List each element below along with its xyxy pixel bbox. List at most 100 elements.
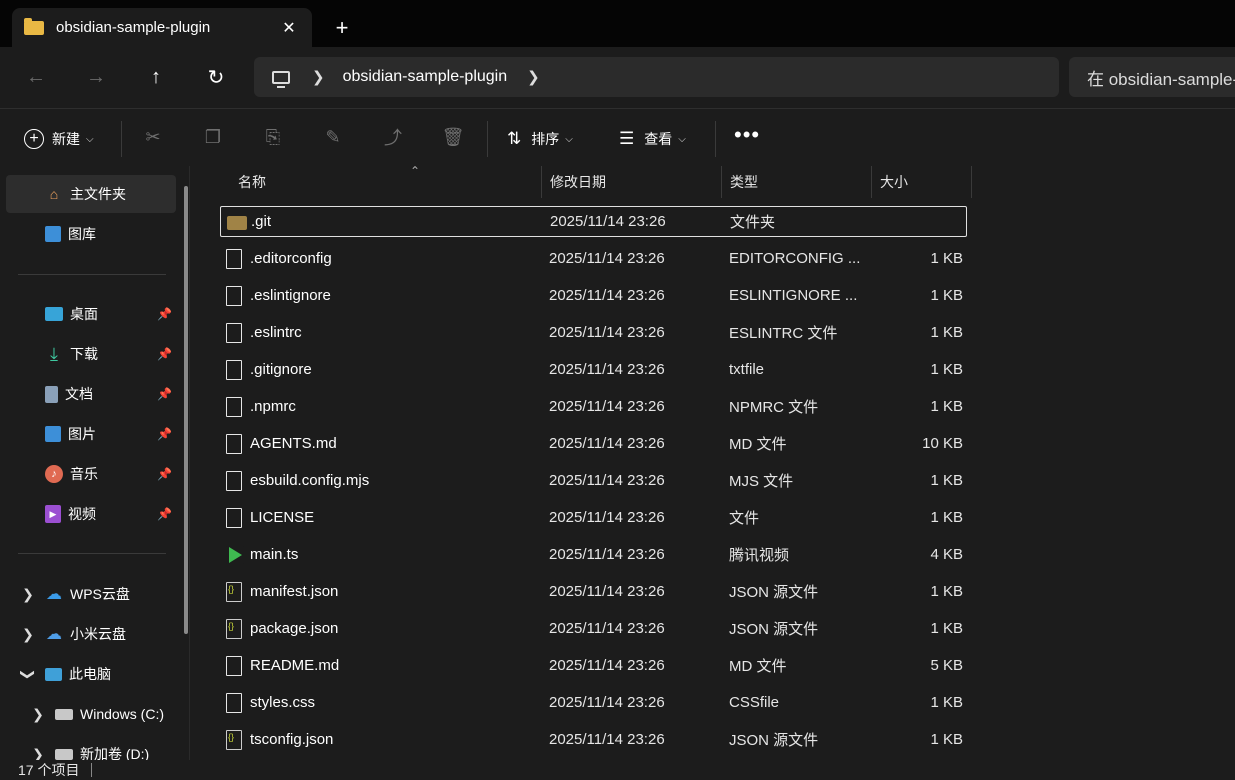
view-button[interactable]: ☰ 查看 ⌵ xyxy=(619,121,686,157)
chevron-down-icon[interactable]: ❯ xyxy=(20,664,37,684)
sort-button[interactable]: ⇅ 排序 ⌵ xyxy=(507,121,573,157)
file-size: 1 KB xyxy=(930,324,963,341)
file-row[interactable]: package.json 2025/11/14 23:26 JSON 源文件 1 KB xyxy=(220,613,967,644)
pin-icon[interactable]: 📌 xyxy=(157,427,172,441)
file-size: 4 KB xyxy=(930,546,963,563)
tab-obsidian-sample-plugin[interactable]: obsidian-sample-plugin ✕ xyxy=(12,8,312,47)
chevron-right-icon[interactable]: ❯ xyxy=(28,706,48,723)
file-modified-date: 2025/11/14 23:26 xyxy=(549,287,665,304)
file-name: main.ts xyxy=(250,546,299,563)
pin-icon[interactable]: 📌 xyxy=(157,467,172,481)
sidebar-item-downloads[interactable]: ⤓ 下载 📌 xyxy=(6,335,176,373)
back-button[interactable]: ← xyxy=(20,61,52,93)
sidebar-item-videos[interactable]: ▶ 视频 📌 xyxy=(6,495,176,533)
file-icon xyxy=(226,359,242,380)
file-row[interactable]: tsconfig.json 2025/11/14 23:26 JSON 源文件 1 K… xyxy=(220,724,967,755)
sidebar-item-home[interactable]: ⌂ 主文件夹 xyxy=(6,175,176,213)
file-row[interactable]: manifest.json 2025/11/14 23:26 JSON 源文件 1 K… xyxy=(220,576,967,607)
file-row[interactable]: esbuild.config.mjs 2025/11/14 23:26 MJS 文件… xyxy=(220,465,967,496)
new-button[interactable]: + 新建 ⌵ xyxy=(24,121,94,157)
pin-icon[interactable]: 📌 xyxy=(157,347,172,361)
music-icon: ♪ xyxy=(45,465,63,483)
refresh-button[interactable]: ↻ xyxy=(200,61,232,93)
sidebar-item-pictures[interactable]: 图片 📌 xyxy=(6,415,176,453)
sidebar-item-documents[interactable]: 文档 📌 xyxy=(6,375,176,413)
chevron-right-icon[interactable]: ❯ xyxy=(312,68,325,86)
file-modified-date: 2025/11/14 23:26 xyxy=(549,657,665,674)
file-row[interactable]: styles.css 2025/11/14 23:26 CSSfile 1 KB xyxy=(220,687,967,718)
pin-icon[interactable]: 📌 xyxy=(157,307,172,321)
file-modified-date: 2025/11/14 23:26 xyxy=(549,694,665,711)
drive-icon xyxy=(55,748,73,760)
sidebar-item-this-pc[interactable]: ❯ 此电脑 xyxy=(6,655,176,693)
new-tab-button[interactable]: + xyxy=(326,14,358,42)
file-row[interactable]: .npmrc 2025/11/14 23:26 NPMRC 文件 1 KB xyxy=(220,391,967,422)
file-list: ⌃ 名称 修改日期 类型 大小 .git 2025/11/14 23:26 文件夹.… xyxy=(200,164,1235,760)
chevron-right-icon[interactable]: ❯ xyxy=(527,68,540,86)
file-row[interactable]: .editorconfig 2025/11/14 23:26 EDITORCONFI… xyxy=(220,243,967,274)
column-header-name[interactable]: ⌃ 名称 xyxy=(230,164,542,198)
sidebar-item-label: Windows (C:) xyxy=(80,706,165,722)
copy-icon[interactable]: ❐ xyxy=(201,125,225,149)
sidebar-item-label: 桌面 xyxy=(70,306,98,322)
file-row[interactable]: .eslintrc 2025/11/14 23:26 ESLINTRC 文件 1 KB xyxy=(220,317,967,348)
forward-button[interactable]: → xyxy=(80,61,112,93)
file-row[interactable]: .eslintignore 2025/11/14 23:26 ESLINTIGNOR… xyxy=(220,280,967,311)
cut-icon[interactable]: ✂ xyxy=(141,125,165,149)
file-icon xyxy=(226,692,242,713)
sort-ascending-icon: ⌃ xyxy=(410,164,421,178)
column-header-type[interactable]: 类型 xyxy=(722,166,872,198)
item-count: 17 个项目 xyxy=(18,762,80,778)
sort-icon: ⇅ xyxy=(507,129,522,148)
breadcrumb[interactable]: obsidian-sample-plugin xyxy=(343,68,508,86)
file-row[interactable]: .git 2025/11/14 23:26 文件夹 xyxy=(220,206,967,237)
pin-icon[interactable]: 📌 xyxy=(157,507,172,521)
file-modified-date: 2025/11/14 23:26 xyxy=(549,583,665,600)
close-tab-button[interactable]: ✕ xyxy=(274,13,304,43)
sidebar-item-label: 文档 xyxy=(65,386,93,402)
more-options-button[interactable]: ••• xyxy=(734,122,760,148)
file-modified-date: 2025/11/14 23:26 xyxy=(549,731,665,748)
file-row[interactable]: LICENSE 2025/11/14 23:26 文件 1 KB xyxy=(220,502,967,533)
file-modified-date: 2025/11/14 23:26 xyxy=(549,546,665,563)
file-type: ESLINTIGNORE ... xyxy=(729,287,858,304)
sidebar-item-music[interactable]: ♪ 音乐 📌 xyxy=(6,455,176,493)
file-row[interactable]: AGENTS.md 2025/11/14 23:26 MD 文件 10 KB xyxy=(220,428,967,459)
file-size: 10 KB xyxy=(922,435,963,452)
chevron-right-icon[interactable]: ❯ xyxy=(18,586,38,603)
file-row[interactable]: .gitignore 2025/11/14 23:26 txtfile 1 KB xyxy=(220,354,967,385)
folder-icon xyxy=(24,17,44,35)
up-button[interactable]: ↑ xyxy=(140,61,172,93)
file-modified-date: 2025/11/14 23:26 xyxy=(549,398,665,415)
this-pc-icon xyxy=(272,70,290,88)
drive-icon xyxy=(55,708,73,720)
file-modified-date: 2025/11/14 23:26 xyxy=(549,361,665,378)
chevron-down-icon: ⌵ xyxy=(678,133,686,145)
column-header-date[interactable]: 修改日期 xyxy=(542,166,722,198)
file-row[interactable]: main.ts 2025/11/14 23:26 腾讯视频 4 KB xyxy=(220,539,967,570)
desktop-icon xyxy=(45,307,63,321)
file-icon xyxy=(226,396,242,417)
column-header-label: 修改日期 xyxy=(550,174,606,190)
address-bar[interactable]: ❯ obsidian-sample-plugin ❯ xyxy=(254,57,1059,97)
file-row[interactable]: README.md 2025/11/14 23:26 MD 文件 5 KB xyxy=(220,650,967,681)
sidebar-item-label: 音乐 xyxy=(70,466,98,482)
sidebar-scrollbar[interactable] xyxy=(184,186,188,634)
rename-icon[interactable]: ✎ xyxy=(321,125,345,149)
paste-icon[interactable]: ⎘ xyxy=(261,125,285,149)
sidebar-item-wps-cloud[interactable]: ❯ ☁ WPS云盘 xyxy=(6,575,176,613)
file-icon xyxy=(226,507,242,528)
sidebar-item-drive-c[interactable]: ❯ Windows (C:) xyxy=(16,695,186,733)
sidebar-item-label: 主文件夹 xyxy=(70,186,126,202)
chevron-right-icon[interactable]: ❯ xyxy=(18,626,38,643)
column-header-size[interactable]: 大小 xyxy=(872,166,972,198)
sidebar-item-mi-cloud[interactable]: ❯ ☁ 小米云盘 xyxy=(6,615,176,653)
search-input[interactable]: 在 obsidian-sample-plugin 中搜索 xyxy=(1069,57,1235,97)
view-label: 查看 xyxy=(644,131,673,147)
sidebar-item-gallery[interactable]: 图库 xyxy=(6,215,176,253)
sidebar-item-label: 视频 xyxy=(68,506,96,522)
share-icon[interactable]: ⤴ xyxy=(381,125,405,149)
sidebar-item-desktop[interactable]: 桌面 📌 xyxy=(6,295,176,333)
pin-icon[interactable]: 📌 xyxy=(157,387,172,401)
delete-icon[interactable]: 🗑 xyxy=(441,125,465,149)
